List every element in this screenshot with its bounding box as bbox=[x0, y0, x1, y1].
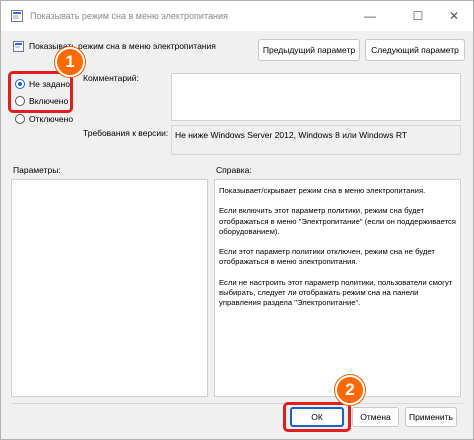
next-setting-button[interactable]: Следующий параметр bbox=[365, 39, 465, 61]
step-badge-1: 1 bbox=[55, 47, 85, 77]
supported-on-value: Не ниже Windows Server 2012, Windows 8 и… bbox=[171, 125, 461, 155]
window-title: Показывать режим сна в меню электропитан… bbox=[30, 11, 228, 21]
radio-disabled-indicator[interactable] bbox=[15, 114, 25, 124]
highlight-state-options bbox=[8, 71, 73, 113]
title-bar: Показывать режим сна в меню электропитан… bbox=[1, 1, 473, 31]
comment-input[interactable] bbox=[171, 73, 461, 121]
radio-disabled[interactable]: Отключено bbox=[15, 114, 73, 124]
policy-settings-icon bbox=[11, 10, 23, 22]
help-paragraph: Если включить этот параметр политики, ре… bbox=[219, 206, 456, 236]
help-panel: Показывает/скрывает режим сна в меню эле… bbox=[214, 179, 461, 397]
policy-icon bbox=[13, 41, 24, 52]
policy-name: Показывать режим сна в меню электропитан… bbox=[29, 41, 216, 51]
maximize-button[interactable]: ☐ bbox=[403, 5, 433, 27]
help-paragraph: Если не настроить этот параметр политики… bbox=[219, 277, 453, 308]
options-panel bbox=[11, 179, 208, 397]
previous-setting-button[interactable]: Предыдущий параметр bbox=[258, 39, 360, 61]
comment-label: Комментарий: bbox=[83, 73, 139, 83]
close-button[interactable]: ✕ bbox=[439, 5, 469, 27]
step-badge-2: 2 bbox=[335, 375, 365, 405]
minimize-button[interactable]: — bbox=[355, 5, 385, 27]
policy-dialog: Показывать режим сна в меню электропитан… bbox=[0, 0, 474, 440]
footer-divider bbox=[11, 403, 463, 404]
help-paragraph: Показывает/скрывает режим сна в меню эле… bbox=[219, 186, 426, 195]
help-label: Справка: bbox=[216, 165, 252, 175]
supported-on-label: Требования к версии: bbox=[83, 128, 169, 138]
help-paragraph: Если этот параметр политики отключен, ре… bbox=[219, 247, 435, 267]
highlight-ok-button bbox=[283, 402, 351, 432]
apply-button[interactable]: Применить bbox=[405, 407, 457, 427]
options-label: Параметры: bbox=[13, 165, 61, 175]
radio-disabled-label: Отключено bbox=[29, 114, 74, 124]
cancel-button[interactable]: Отмена bbox=[352, 407, 399, 427]
